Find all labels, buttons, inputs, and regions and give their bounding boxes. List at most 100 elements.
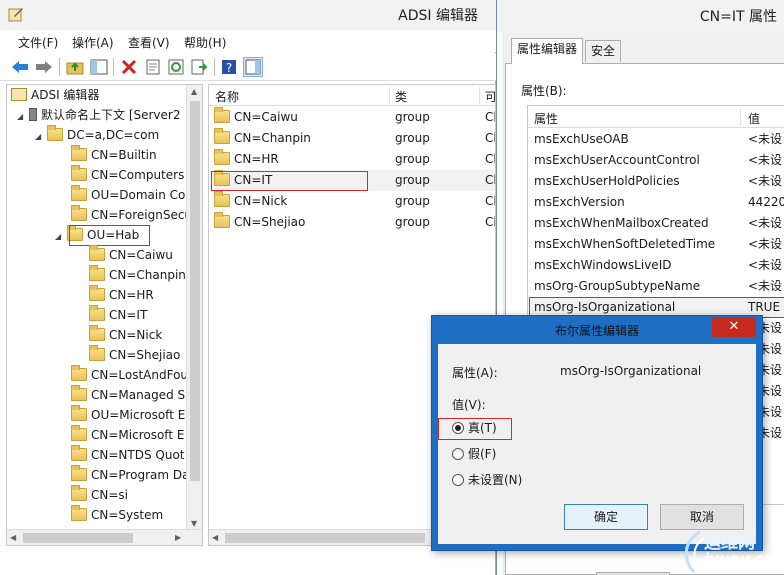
svg-text:?: ? [226, 61, 232, 75]
value-label: 值(V): [452, 398, 486, 412]
tree-item[interactable]: CN=Builtin [71, 145, 157, 165]
back-arrow-icon[interactable] [10, 57, 30, 77]
menu-help[interactable]: 帮助(H) [184, 34, 226, 51]
list-row[interactable]: CN=Caiwu group Cl [209, 107, 495, 128]
menu-view[interactable]: 查看(V) [128, 34, 170, 51]
column-name[interactable]: 名称 [215, 88, 239, 105]
highlight-box [438, 418, 512, 440]
scroll-thumb[interactable] [23, 533, 133, 543]
show-action-pane-icon[interactable] [243, 57, 263, 77]
adsi-window-title: ADSI 编辑器 [398, 8, 478, 24]
tree-item[interactable]: CN=HR [89, 285, 154, 305]
tree-item[interactable]: CN=Shejiao [89, 345, 180, 365]
grid-row[interactable]: msExchVersion 44220 [528, 192, 784, 213]
menu-action[interactable]: 操作(A) [72, 34, 114, 51]
adsi-editor-icon [11, 88, 27, 101]
folder-icon [89, 325, 105, 341]
scroll-down-icon[interactable]: ▼ [191, 519, 197, 528]
folder-icon [89, 285, 105, 301]
grid-row[interactable]: msExchUserAccountControl <未设 [528, 150, 784, 171]
tree-item[interactable]: CN=si [71, 485, 128, 505]
column-dn[interactable]: 可 [485, 88, 495, 105]
list-row[interactable]: CN=Chanpin group Cl [209, 128, 495, 149]
radio-unselected-icon [452, 474, 464, 486]
tree-item[interactable]: CN=Managed S [71, 385, 185, 405]
up-folder-icon[interactable] [65, 57, 85, 77]
tree-item[interactable]: CN=IT [89, 305, 147, 325]
delete-icon[interactable] [119, 57, 139, 77]
tree-item[interactable]: CN=System [71, 505, 163, 525]
tree-item[interactable]: OU=Domain Co [71, 185, 185, 205]
export-list-icon[interactable] [189, 57, 209, 77]
column-value[interactable]: 值 [748, 110, 760, 127]
scroll-left-icon[interactable]: ◀ [10, 533, 16, 542]
folder-icon [214, 107, 230, 123]
watermark: 运维网 iyunv.com [680, 528, 784, 575]
list-row[interactable]: CN=Nick group Cl [209, 191, 495, 212]
folder-icon [89, 265, 105, 281]
tree-item[interactable]: CN=NTDS Quot [71, 445, 185, 465]
column-class[interactable]: 类 [395, 88, 407, 105]
folder-icon [71, 485, 87, 501]
grid-row[interactable]: msExchWhenSoftDeletedTime <未设 [528, 234, 784, 255]
scroll-thumb[interactable] [190, 101, 200, 481]
list-row[interactable]: CN=Shejiao group Cl [209, 212, 495, 233]
folder-icon [71, 205, 87, 221]
menu-file[interactable]: 文件(F) [18, 34, 58, 51]
folder-icon [47, 125, 63, 141]
scroll-right-icon[interactable]: ▶ [175, 533, 181, 542]
expand-arrow-icon[interactable]: ◢ [17, 107, 27, 127]
tree-horizontal-scrollbar[interactable]: ◀ ▶ [7, 529, 202, 545]
close-icon[interactable]: ✕ [712, 317, 756, 337]
tree-pane: ADSI 编辑器 ◢ 默认命名上下文 [Server2 ◢ DC=a,DC=com … [6, 84, 203, 546]
ok-button[interactable]: 确定 [564, 504, 648, 530]
tree-item[interactable]: CN=Computers [71, 165, 184, 185]
help-icon[interactable]: ? [219, 57, 239, 77]
tree-item[interactable]: CN=Program Da [71, 465, 189, 485]
tree-item[interactable]: CN=LostAndFou [71, 365, 188, 385]
tree-item[interactable]: CN=Nick [89, 325, 162, 345]
expand-arrow-icon[interactable]: ◢ [55, 227, 65, 247]
show-tree-icon[interactable] [89, 57, 109, 77]
cancel-button[interactable]: 取消 [660, 504, 744, 530]
properties-icon[interactable] [143, 57, 163, 77]
forward-arrow-icon[interactable] [34, 57, 54, 77]
grid-header: 属性 值 [528, 106, 784, 128]
folder-icon [71, 465, 87, 481]
folder-icon [214, 191, 230, 207]
column-attribute[interactable]: 属性 [534, 110, 558, 127]
attribute-label: 属性(A): [452, 366, 498, 380]
tree-vertical-scrollbar[interactable]: ▲ ▼ [186, 85, 202, 530]
toolbar: ? [0, 53, 496, 81]
grid-row[interactable]: msExchWhenMailboxCreated <未设 [528, 213, 784, 234]
tree-item[interactable]: CN=ForeignSecu [71, 205, 192, 225]
tree-domain[interactable]: ◢ DC=a,DC=com [35, 125, 159, 145]
scroll-left-icon[interactable]: ◀ [212, 533, 218, 542]
attributes-label: 属性(B): [521, 84, 567, 98]
radio-false[interactable]: 假(F) [452, 444, 592, 464]
scroll-up-icon[interactable]: ▲ [191, 87, 197, 96]
tree-item[interactable]: CN=Microsoft E [71, 425, 184, 445]
grid-row[interactable]: msExchUseOAB <未设 [528, 129, 784, 150]
tree-root[interactable]: ADSI 编辑器 [11, 85, 99, 105]
grid-row[interactable]: msOrg-GroupSubtypeName <未设 [528, 276, 784, 297]
scroll-thumb[interactable] [225, 533, 425, 543]
grid-row[interactable]: msExchWindowsLiveID <未设 [528, 255, 784, 276]
folder-icon [89, 345, 105, 361]
tab-attribute-editor[interactable]: 属性编辑器 [511, 38, 584, 64]
tree-item[interactable]: OU=Microsoft E [71, 405, 185, 425]
folder-icon [71, 185, 87, 201]
grid-row[interactable]: msExchUserHoldPolicies <未设 [528, 171, 784, 192]
list-row[interactable]: CN=HR group Cl [209, 149, 495, 170]
folder-icon [214, 149, 230, 165]
tree-item[interactable]: CN=Caiwu [89, 245, 173, 265]
tree-naming-context[interactable]: ◢ 默认命名上下文 [Server2 [17, 105, 180, 125]
expand-arrow-icon[interactable]: ◢ [35, 127, 45, 147]
watermark-text-url: iyunv.com [704, 550, 784, 568]
tab-security[interactable]: 安全 [585, 40, 622, 62]
refresh-icon[interactable] [166, 57, 186, 77]
folder-icon [71, 365, 87, 381]
tree-item[interactable]: CN=Chanpin [89, 265, 186, 285]
radio-not-set[interactable]: 未设置(N) [452, 470, 592, 490]
boolean-editor-dialog: 布尔属性编辑器 ✕ 属性(A): msOrg-IsOrganizational … [431, 315, 763, 551]
